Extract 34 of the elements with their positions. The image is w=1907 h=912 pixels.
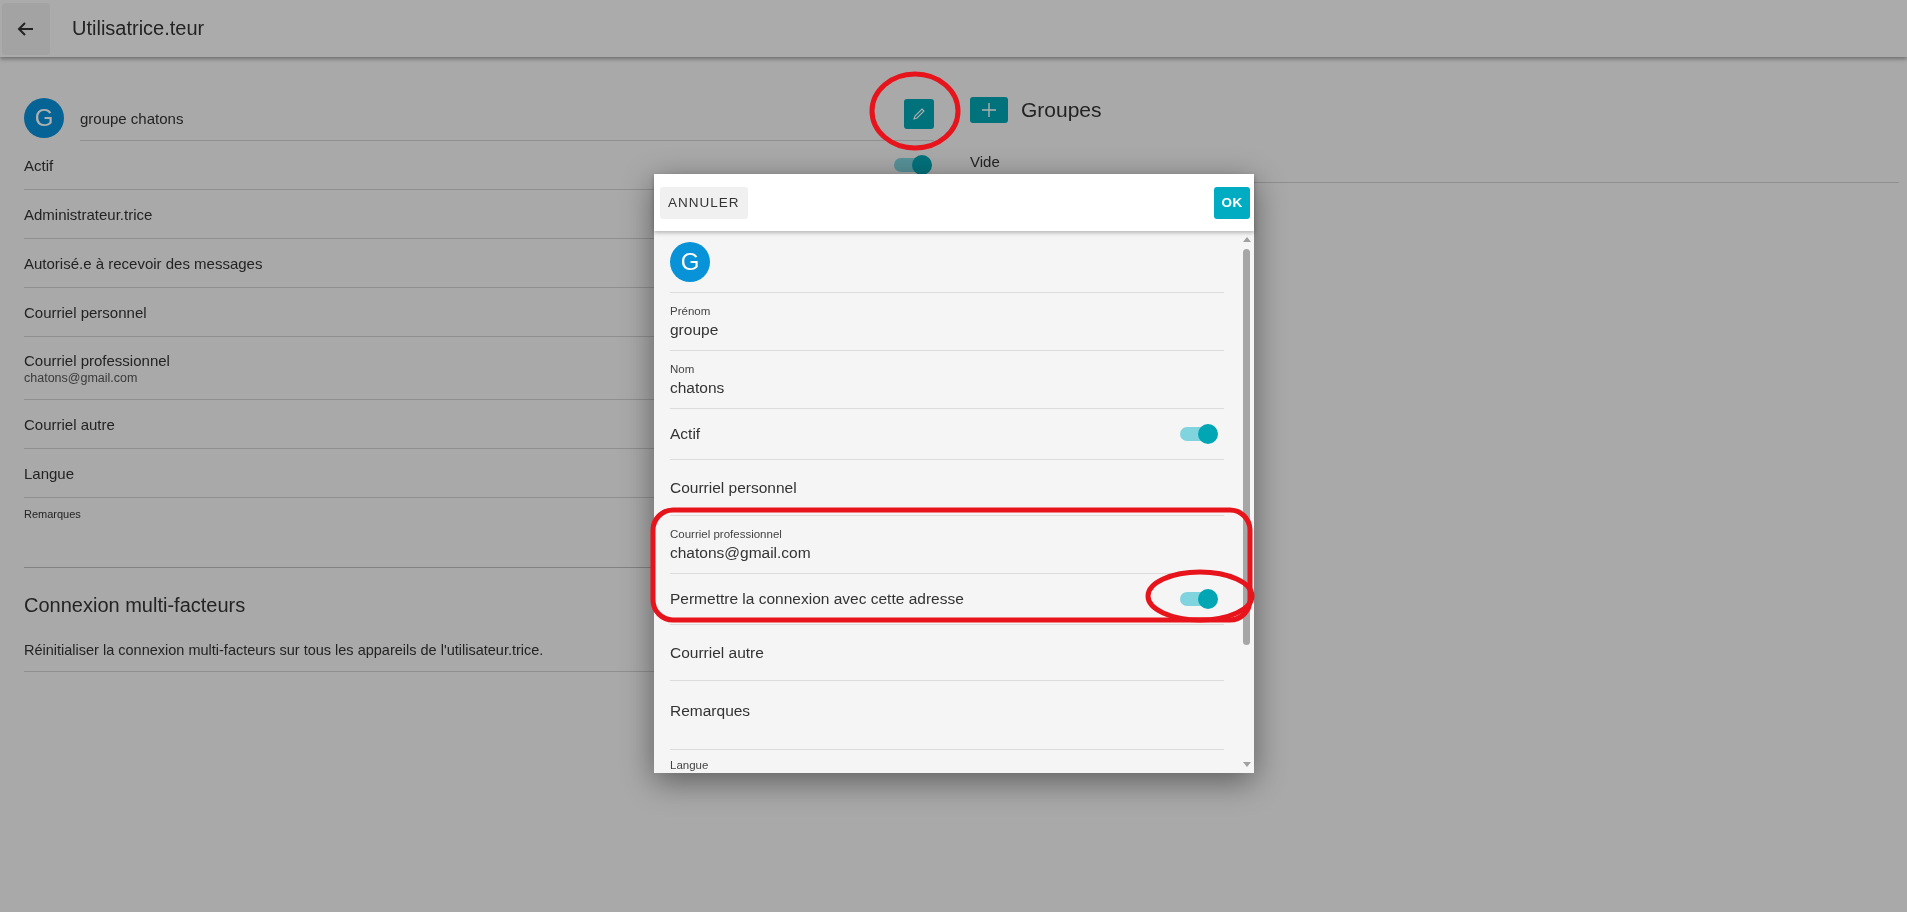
text-field[interactable]: Prénom groupe [670,293,1224,350]
text-field[interactable]: Courriel professionnel chatons@gmail.com [670,516,1224,573]
field-label: Administrateur.trice [24,205,153,223]
avatar: G [670,241,710,282]
toggle-label: Permettre la connexion avec cette adresse [670,590,964,608]
field-value: chatons@gmail.com [24,370,138,385]
section-heading: Connexion multi-facteurs [24,594,246,617]
field-label: Remarques [24,508,81,520]
text-field[interactable]: Remarques [670,681,1224,749]
field-label: Courriel autre [24,415,115,433]
field-label: Courriel personnel [24,303,147,321]
plus-icon [981,102,997,118]
add-button[interactable] [970,97,1008,123]
text-field[interactable]: Courriel personnel [670,460,1224,515]
field-label: Autorisé.e à recevoir des messages [24,254,263,272]
scrollbar[interactable] [1240,231,1254,773]
toggle-switch[interactable] [1178,424,1218,444]
field-label: Actif [24,156,54,174]
field-label: Courriel professionnel [24,351,170,369]
field-label: Langue [24,464,75,482]
toggle-switch[interactable] [892,155,932,175]
pencil-icon [912,107,926,121]
toggle-label: Actif [670,425,701,443]
text-field[interactable]: Nom chatons [670,351,1224,408]
text-field[interactable]: Courriel autre [670,625,1224,680]
cancel-button[interactable]: ANNULER [660,186,748,219]
reset-mfa-link[interactable]: Réinitialiser la connexion multi-facteurs sur tous les appareils de l'utilisateur.trice. [24,642,544,658]
toggle-switch[interactable] [1178,589,1218,609]
avatar: G [24,98,64,138]
edit-button[interactable] [904,99,934,129]
select-field[interactable]: Langue [670,758,709,772]
page-title: Utilisatrice.teur [72,17,205,40]
back-button[interactable] [2,2,50,55]
section-heading: Groupes [1021,98,1102,122]
